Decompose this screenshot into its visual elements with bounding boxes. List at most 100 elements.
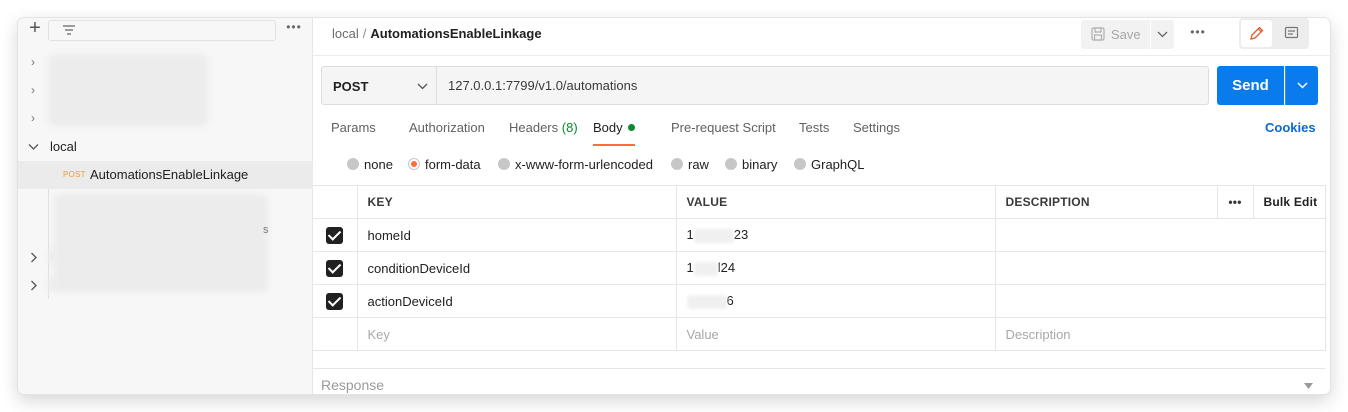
pencil-icon [1250, 26, 1264, 40]
key-cell[interactable]: homeId [356, 218, 677, 252]
tab-headers[interactable]: Headers (8) [509, 120, 578, 146]
radio-circle [347, 158, 359, 170]
key-cell[interactable]: actionDeviceId [356, 284, 677, 318]
value-text: 1 [686, 260, 694, 276]
tab-body-label: Body [593, 120, 623, 135]
save-label: Save [1111, 27, 1141, 42]
sidebar-toolbar: + ••• [18, 18, 313, 44]
table-header-row: KEY VALUE DESCRIPTION ••• Bulk Edit [313, 185, 1326, 219]
tab-settings[interactable]: Settings [853, 120, 900, 146]
description-column-header: DESCRIPTION [994, 185, 1218, 219]
sidebar: + ••• › › › local POST AutomationsEnable… [18, 18, 313, 394]
bulk-edit-button[interactable]: Bulk Edit [1252, 185, 1326, 219]
value-column-header: VALUE [675, 185, 996, 219]
comment-icon [1284, 26, 1299, 39]
view-mode-toggle [1239, 18, 1309, 49]
chevron-down-icon [1157, 31, 1168, 38]
row-checkbox[interactable] [326, 259, 344, 277]
filter-input[interactable] [48, 20, 276, 41]
value-text: 23 [733, 227, 749, 243]
edit-mode-button[interactable] [1241, 20, 1272, 47]
row-checkbox[interactable] [326, 292, 344, 310]
redacted-value [693, 228, 734, 243]
table-row-empty: Key Value Description [313, 317, 1326, 351]
collapsed-caret-icon[interactable]: › [31, 55, 35, 69]
sidebar-more-button[interactable]: ••• [284, 20, 304, 38]
redacted-value [693, 261, 718, 276]
save-button[interactable]: Save [1081, 20, 1150, 49]
redacted-area [54, 194, 268, 292]
tab-body[interactable]: Body [593, 120, 635, 146]
value-cell[interactable]: 1 23 [675, 218, 996, 252]
request-header-bar: local / AutomationsEnableLinkage Save ••• [313, 18, 1330, 56]
row-checkbox-cell [313, 251, 358, 285]
tab-headers-label: Headers [509, 120, 559, 135]
description-cell[interactable] [994, 284, 1326, 318]
method-select[interactable]: POST [322, 67, 437, 104]
expand-caret-icon[interactable] [1304, 383, 1313, 389]
breadcrumb-parent[interactable]: local [332, 26, 359, 41]
value-cell[interactable]: 6 [675, 284, 996, 318]
url-input[interactable]: 127.0.0.1:7799/v1.0/automations [448, 78, 637, 93]
breadcrumb-separator: / [362, 26, 367, 41]
redacted-text [48, 278, 58, 292]
url-bar: POST 127.0.0.1:7799/v1.0/automations [321, 66, 1209, 105]
radio-label: none [364, 157, 393, 172]
documentation-mode-button[interactable] [1276, 20, 1307, 47]
chevron-right-icon[interactable] [30, 252, 38, 263]
tab-prerequest-script[interactable]: Pre-request Script [671, 120, 776, 146]
new-item-button[interactable]: + [25, 18, 45, 39]
description-cell[interactable] [994, 218, 1326, 252]
chevron-down-icon [28, 144, 39, 150]
request-editor: local / AutomationsEnableLinkage Save ••• [313, 18, 1330, 394]
request-more-button[interactable]: ••• [1186, 25, 1210, 43]
tab-params[interactable]: Params [331, 120, 376, 146]
row-checkbox-cell [313, 218, 358, 252]
filter-icon [63, 25, 75, 35]
radio-label: GraphQL [811, 157, 865, 172]
description-placeholder-input[interactable]: Description [994, 317, 1326, 351]
description-cell[interactable] [994, 251, 1326, 285]
value-text: l24 [717, 260, 736, 276]
request-tabs: Params Authorization Headers (8) Body Pr… [325, 120, 1325, 146]
headers-count-badge: (8) [561, 120, 578, 135]
tab-tests[interactable]: Tests [799, 120, 829, 146]
radio-label: x-www-form-urlencoded [515, 157, 653, 172]
send-button[interactable]: Send [1217, 66, 1284, 105]
response-panel[interactable]: Response [313, 368, 1325, 394]
radio-label: binary [742, 157, 778, 172]
breadcrumb: local / AutomationsEnableLinkage [332, 26, 542, 41]
key-cell[interactable]: conditionDeviceId [356, 251, 677, 285]
value-placeholder-input[interactable]: Value [675, 317, 996, 351]
cookies-link[interactable]: Cookies [1265, 120, 1316, 135]
radio-circle [671, 158, 683, 170]
row-checkbox-cell [313, 317, 358, 351]
chevron-down-icon [1297, 82, 1308, 89]
redacted-value [686, 294, 727, 309]
collapsed-caret-icon[interactable]: › [31, 83, 35, 97]
body-indicator-dot [627, 124, 635, 131]
method-value: POST [333, 79, 369, 94]
key-placeholder-input[interactable]: Key [356, 317, 677, 351]
chevron-right-icon[interactable] [30, 280, 38, 291]
table-row: homeId 1 23 [313, 218, 1326, 252]
response-label: Response [321, 377, 385, 393]
app-window: + ••• › › › local POST AutomationsEnable… [18, 18, 1330, 394]
radio-label: raw [688, 157, 709, 172]
save-icon [1091, 27, 1105, 41]
table-more-button[interactable]: ••• [1216, 185, 1254, 219]
radio-circle [794, 158, 806, 170]
request-name: AutomationsEnableLinkage [90, 167, 249, 182]
value-cell[interactable]: 1 l24 [675, 251, 996, 285]
send-dropdown-button[interactable] [1285, 66, 1318, 105]
request-method-badge: POST [63, 170, 86, 179]
save-dropdown-button[interactable] [1151, 20, 1174, 49]
tab-authorization[interactable]: Authorization [409, 120, 485, 146]
sidebar-request-item[interactable]: POST AutomationsEnableLinkage [18, 161, 313, 189]
value-text: 1 [686, 227, 694, 243]
row-checkbox[interactable] [326, 226, 344, 244]
row-checkbox-cell [313, 284, 358, 318]
breadcrumb-current[interactable]: AutomationsEnableLinkage [370, 26, 541, 41]
collapsed-caret-icon[interactable]: › [31, 111, 35, 125]
chevron-down-icon [417, 83, 428, 90]
